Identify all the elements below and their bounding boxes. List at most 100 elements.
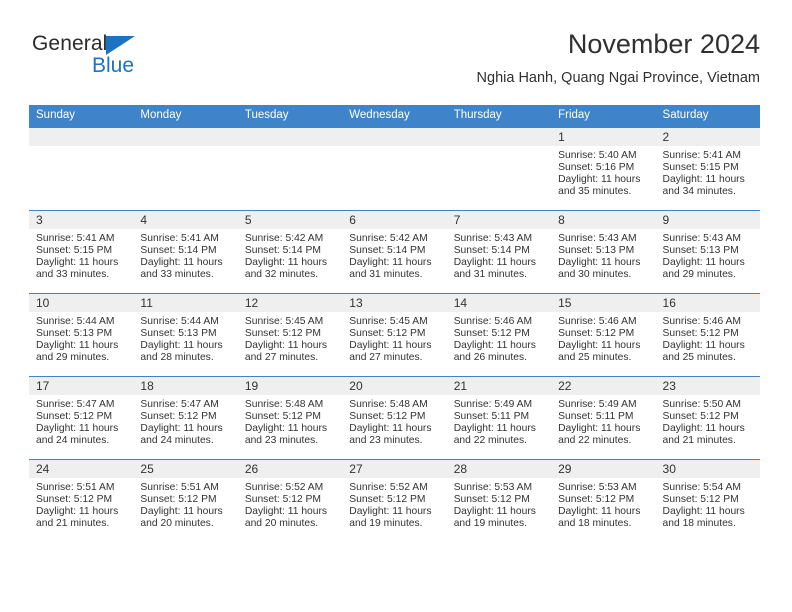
day-cell-details: Sunrise: 5:46 AM Sunset: 5:12 PM Daylight:… <box>656 312 760 364</box>
calendar-day-cell[interactable]: 4 Sunrise: 5:41 AM Sunset: 5:14 PM Daylight… <box>133 210 238 294</box>
daylight-text: Daylight: 11 hours and 25 minutes. <box>662 340 745 364</box>
daylight-text: Daylight: 11 hours and 21 minutes. <box>36 506 119 530</box>
day-cell-inner <box>446 128 552 210</box>
daylight-text: Daylight: 11 hours and 22 minutes. <box>558 423 641 447</box>
day-cell-details: Sunrise: 5:41 AM Sunset: 5:15 PM Daylight:… <box>29 229 133 281</box>
calendar-day-cell[interactable]: 19 Sunrise: 5:48 AM Sunset: 5:12 PM Dayligh… <box>237 376 343 460</box>
day-cell-inner: 27 Sunrise: 5:52 AM Sunset: 5:12 PM Dayligh… <box>342 460 447 542</box>
calendar-day-cell[interactable]: 29 Sunrise: 5:53 AM Sunset: 5:12 PM Dayligh… <box>551 459 656 542</box>
calendar-day-cell[interactable]: 6 Sunrise: 5:42 AM Sunset: 5:14 PM Daylight… <box>342 210 447 294</box>
day-cell-inner: 29 Sunrise: 5:53 AM Sunset: 5:12 PM Dayligh… <box>551 460 656 542</box>
day-cell-inner: 7 Sunrise: 5:43 AM Sunset: 5:14 PM Daylight… <box>446 211 552 293</box>
daylight-text: Daylight: 11 hours and 25 minutes. <box>558 340 641 364</box>
calendar-day-cell[interactable]: 9 Sunrise: 5:43 AM Sunset: 5:13 PM Daylight… <box>655 210 760 294</box>
calendar-day-cell-empty <box>237 127 343 211</box>
calendar-day-cell[interactable]: 18 Sunrise: 5:47 AM Sunset: 5:12 PM Dayligh… <box>133 376 238 460</box>
day-number: 26 <box>237 460 343 478</box>
sunset-text: Sunset: 5:14 PM <box>140 245 217 257</box>
sunset-text: Sunset: 5:12 PM <box>662 328 739 340</box>
calendar-day-cell[interactable]: 28 Sunrise: 5:53 AM Sunset: 5:12 PM Dayligh… <box>446 459 552 542</box>
calendar-day-cell[interactable]: 22 Sunrise: 5:49 AM Sunset: 5:11 PM Dayligh… <box>551 376 656 460</box>
day-cell-inner: 15 Sunrise: 5:46 AM Sunset: 5:12 PM Dayligh… <box>551 294 656 376</box>
calendar-day-cell[interactable]: 10 Sunrise: 5:44 AM Sunset: 5:13 PM Dayligh… <box>29 293 134 377</box>
weekday-header-saturday: Saturday <box>655 105 760 128</box>
day-number: 28 <box>446 460 552 478</box>
sunrise-text: Sunrise: 5:44 AM <box>140 316 219 327</box>
day-cell-inner: 12 Sunrise: 5:45 AM Sunset: 5:12 PM Dayligh… <box>237 294 343 376</box>
calendar-day-cell[interactable]: 7 Sunrise: 5:43 AM Sunset: 5:14 PM Daylight… <box>446 210 552 294</box>
sunset-text: Sunset: 5:15 PM <box>662 162 739 174</box>
daylight-text: Daylight: 11 hours and 27 minutes. <box>244 340 328 364</box>
daylight-text: Daylight: 11 hours and 27 minutes. <box>349 340 432 364</box>
calendar-day-cell[interactable]: 20 Sunrise: 5:48 AM Sunset: 5:12 PM Dayligh… <box>342 376 447 460</box>
calendar-day-cell[interactable]: 23 Sunrise: 5:50 AM Sunset: 5:12 PM Dayligh… <box>655 376 760 460</box>
day-cell-inner <box>133 128 238 210</box>
calendar-day-cell[interactable]: 5 Sunrise: 5:42 AM Sunset: 5:14 PM Daylight… <box>237 210 343 294</box>
logo-text-general: General <box>32 32 108 55</box>
calendar-day-cell[interactable]: 21 Sunrise: 5:49 AM Sunset: 5:11 PM Dayligh… <box>446 376 552 460</box>
general-blue-logo[interactable]: General Blue <box>30 32 210 88</box>
sunset-text: Sunset: 5:14 PM <box>453 245 530 257</box>
sunset-text: Sunset: 5:12 PM <box>453 328 530 340</box>
sunrise-text: Sunrise: 5:43 AM <box>453 233 533 244</box>
day-number: 27 <box>342 460 447 478</box>
sunrise-text: Sunrise: 5:42 AM <box>349 233 428 244</box>
day-number: 8 <box>551 211 656 229</box>
day-number <box>342 128 447 146</box>
day-number: 6 <box>342 211 447 229</box>
calendar-day-cell[interactable]: 13 Sunrise: 5:45 AM Sunset: 5:12 PM Dayligh… <box>342 293 447 377</box>
sunrise-text: Sunrise: 5:41 AM <box>140 233 219 244</box>
calendar-day-cell[interactable]: 14 Sunrise: 5:46 AM Sunset: 5:12 PM Dayligh… <box>446 293 552 377</box>
day-cell-details: Sunrise: 5:47 AM Sunset: 5:12 PM Daylight:… <box>133 395 237 447</box>
calendar-day-cell[interactable]: 17 Sunrise: 5:47 AM Sunset: 5:12 PM Dayligh… <box>29 376 134 460</box>
day-cell-inner <box>237 128 343 210</box>
day-cell-details: Sunrise: 5:51 AM Sunset: 5:12 PM Daylight:… <box>29 478 133 530</box>
day-cell-details: Sunrise: 5:45 AM Sunset: 5:12 PM Daylight:… <box>238 312 342 364</box>
sunrise-text: Sunrise: 5:46 AM <box>453 316 533 327</box>
calendar-grid: Sunday Monday Tuesday Wednesday Thursday… <box>29 105 760 542</box>
calendar-day-cell[interactable]: 1 Sunrise: 5:40 AM Sunset: 5:16 PM Daylight… <box>551 127 656 211</box>
sunrise-text: Sunrise: 5:45 AM <box>349 316 428 327</box>
day-cell-details: Sunrise: 5:48 AM Sunset: 5:12 PM Daylight:… <box>342 395 446 447</box>
daylight-text: Daylight: 11 hours and 18 minutes. <box>662 506 745 530</box>
day-cell-details: Sunrise: 5:44 AM Sunset: 5:13 PM Daylight:… <box>29 312 133 364</box>
sunset-text: Sunset: 5:13 PM <box>36 328 113 340</box>
sunset-text: Sunset: 5:14 PM <box>349 245 426 257</box>
daylight-text: Daylight: 11 hours and 32 minutes. <box>244 257 328 281</box>
sunset-text: Sunset: 5:12 PM <box>349 328 426 340</box>
calendar-day-cell[interactable]: 30 Sunrise: 5:54 AM Sunset: 5:12 PM Dayligh… <box>655 459 760 542</box>
daylight-text: Daylight: 11 hours and 18 minutes. <box>558 506 641 530</box>
calendar-day-cell[interactable]: 11 Sunrise: 5:44 AM Sunset: 5:13 PM Dayligh… <box>133 293 238 377</box>
calendar-day-cell[interactable]: 15 Sunrise: 5:46 AM Sunset: 5:12 PM Dayligh… <box>551 293 656 377</box>
page-title: November 2024 <box>567 29 760 59</box>
calendar-day-cell[interactable]: 16 Sunrise: 5:46 AM Sunset: 5:12 PM Dayligh… <box>655 293 760 377</box>
day-number: 25 <box>133 460 238 478</box>
calendar-day-cell[interactable]: 24 Sunrise: 5:51 AM Sunset: 5:12 PM Dayligh… <box>29 459 134 542</box>
calendar-week-row: 24 Sunrise: 5:51 AM Sunset: 5:12 PM Dayligh… <box>29 459 760 542</box>
day-number <box>29 128 134 146</box>
day-cell-inner: 17 Sunrise: 5:47 AM Sunset: 5:12 PM Dayligh… <box>29 377 134 459</box>
sunrise-text: Sunrise: 5:49 AM <box>453 399 533 410</box>
daylight-text: Daylight: 11 hours and 22 minutes. <box>453 423 536 447</box>
daylight-text: Daylight: 11 hours and 30 minutes. <box>558 257 641 281</box>
sunrise-text: Sunrise: 5:48 AM <box>349 399 428 410</box>
calendar-day-cell[interactable]: 26 Sunrise: 5:52 AM Sunset: 5:12 PM Dayligh… <box>237 459 343 542</box>
calendar-body: 1 Sunrise: 5:40 AM Sunset: 5:16 PM Daylight… <box>29 127 760 542</box>
calendar-week-row: 10 Sunrise: 5:44 AM Sunset: 5:13 PM Dayligh… <box>29 293 760 377</box>
day-number: 20 <box>342 377 447 395</box>
sunset-text: Sunset: 5:12 PM <box>244 328 321 340</box>
day-number: 4 <box>133 211 238 229</box>
calendar-day-cell[interactable]: 25 Sunrise: 5:51 AM Sunset: 5:12 PM Dayligh… <box>133 459 238 542</box>
calendar-day-cell[interactable]: 8 Sunrise: 5:43 AM Sunset: 5:13 PM Daylight… <box>551 210 656 294</box>
calendar-day-cell[interactable]: 12 Sunrise: 5:45 AM Sunset: 5:12 PM Dayligh… <box>237 293 343 377</box>
logo-triangle-icon <box>106 36 135 55</box>
calendar-week-row: 17 Sunrise: 5:47 AM Sunset: 5:12 PM Dayligh… <box>29 376 760 460</box>
calendar-day-cell[interactable]: 2 Sunrise: 5:41 AM Sunset: 5:15 PM Daylight… <box>655 127 760 211</box>
day-cell-details: Sunrise: 5:53 AM Sunset: 5:12 PM Daylight:… <box>551 478 655 530</box>
day-cell-details: Sunrise: 5:42 AM Sunset: 5:14 PM Daylight:… <box>238 229 342 281</box>
sunset-text: Sunset: 5:12 PM <box>662 411 739 423</box>
calendar-day-cell[interactable]: 27 Sunrise: 5:52 AM Sunset: 5:12 PM Dayligh… <box>342 459 447 542</box>
calendar-day-cell[interactable]: 3 Sunrise: 5:41 AM Sunset: 5:15 PM Daylight… <box>29 210 134 294</box>
sunrise-text: Sunrise: 5:40 AM <box>558 150 637 161</box>
sunset-text: Sunset: 5:12 PM <box>36 494 113 506</box>
